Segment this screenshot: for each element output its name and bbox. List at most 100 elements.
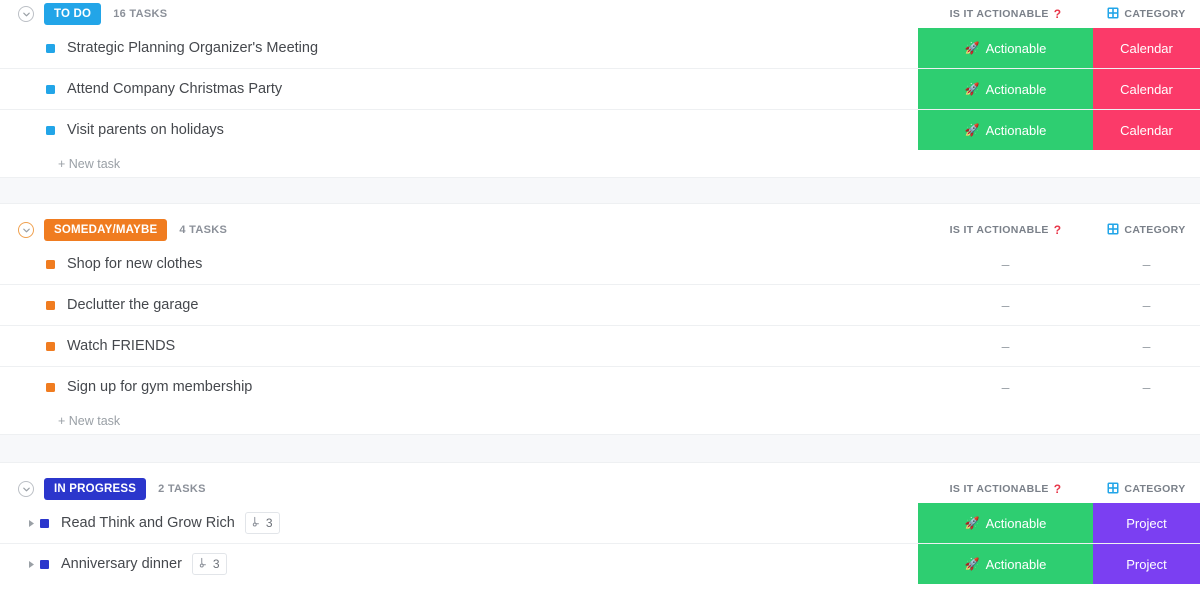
expand-subtasks-icon[interactable] — [26, 519, 36, 528]
task-name[interactable]: Visit parents on holidays — [67, 122, 224, 138]
task-status-bullet[interactable] — [40, 559, 49, 569]
column-header-actionable[interactable]: IS IT ACTIONABLE? — [918, 7, 1093, 21]
cell-actionable[interactable]: 🚀 Actionable — [918, 28, 1093, 68]
column-header-category-label: CATEGORY — [1124, 483, 1186, 495]
task-name[interactable]: Sign up for gym membership — [67, 379, 252, 395]
task-name[interactable]: Watch FRIENDS — [67, 338, 175, 354]
question-mark-icon: ? — [1053, 7, 1062, 21]
group-header-todo: TO DO 16 TASKS IS IT ACTIONABLE? CATEGORY — [0, 0, 1200, 28]
expand-subtasks-icon[interactable] — [26, 560, 36, 569]
table-row[interactable]: Visit parents on holidays 🚀 Actionable Cale… — [0, 110, 1200, 151]
cell-category[interactable]: Calendar — [1093, 28, 1200, 68]
cell-category[interactable]: Calendar — [1093, 110, 1200, 150]
group-separator — [0, 434, 1200, 463]
task-status-bullet[interactable] — [46, 259, 55, 269]
task-row-cells: 🚀 Actionable Calendar — [918, 110, 1200, 150]
cell-actionable[interactable]: – — [918, 326, 1093, 366]
cell-actionable[interactable]: – — [918, 367, 1093, 407]
task-name[interactable]: Strategic Planning Organizer's Meeting — [67, 40, 318, 56]
cell-category-label: – — [1142, 256, 1151, 272]
task-status-bullet[interactable] — [40, 518, 49, 528]
task-name[interactable]: Anniversary dinner — [61, 556, 182, 572]
status-badge[interactable]: IN PROGRESS — [44, 478, 147, 500]
cell-category[interactable]: Project — [1093, 544, 1200, 584]
new-task-button[interactable]: + New task — [0, 151, 1200, 177]
cell-category[interactable]: – — [1093, 285, 1200, 325]
status-badge[interactable]: TO DO — [44, 3, 102, 25]
subtask-count: 3 — [212, 557, 220, 571]
task-status-bullet[interactable] — [46, 382, 55, 392]
subtask-count-chip[interactable]: 3 — [191, 553, 227, 575]
table-row[interactable]: Shop for new clothes – – — [0, 244, 1200, 285]
cell-category-label: Project — [1126, 556, 1167, 572]
table-row[interactable]: Strategic Planning Organizer's Meeting 🚀 A… — [0, 28, 1200, 69]
task-status-bullet[interactable] — [46, 341, 55, 351]
rocket-icon: 🚀 — [964, 123, 980, 137]
grid-icon — [1107, 482, 1119, 497]
table-row[interactable]: Watch FRIENDS – – — [0, 326, 1200, 367]
subtask-count-chip[interactable]: 3 — [244, 512, 280, 534]
cell-category[interactable]: Project — [1093, 503, 1200, 543]
table-row[interactable]: Declutter the garage – – — [0, 285, 1200, 326]
column-header-category[interactable]: CATEGORY — [1093, 7, 1200, 22]
table-row[interactable]: Sign up for gym membership – – — [0, 367, 1200, 408]
subtask-branch-icon — [199, 557, 210, 571]
status-badge[interactable]: SOMEDAY/MAYBE — [44, 219, 168, 241]
cell-actionable[interactable]: 🚀 Actionable — [918, 110, 1093, 150]
cell-actionable-label: – — [1001, 338, 1010, 354]
cell-category[interactable]: – — [1093, 244, 1200, 284]
cell-actionable[interactable]: 🚀 Actionable — [918, 69, 1093, 109]
cell-actionable-label: Actionable — [985, 40, 1047, 56]
table-row[interactable]: Attend Company Christmas Party 🚀 Actionabl… — [0, 69, 1200, 110]
task-name[interactable]: Attend Company Christmas Party — [67, 81, 282, 97]
cell-actionable[interactable]: – — [918, 285, 1093, 325]
rocket-icon: 🚀 — [964, 82, 980, 96]
task-group-todo: TO DO 16 TASKS IS IT ACTIONABLE? CATEGORY St… — [0, 0, 1200, 151]
column-header-category[interactable]: CATEGORY — [1093, 223, 1200, 238]
task-count-label: 16 TASKS — [113, 8, 168, 20]
rocket-icon: 🚀 — [964, 516, 980, 530]
rocket-icon: 🚀 — [964, 557, 980, 571]
subtask-branch-icon-svg — [252, 516, 259, 527]
grid-icon-svg — [1107, 7, 1119, 18]
cell-category-label: – — [1142, 338, 1151, 354]
group-separator — [0, 177, 1200, 204]
cell-category[interactable]: – — [1093, 367, 1200, 407]
task-row-cells: – – — [918, 367, 1200, 407]
task-name[interactable]: Declutter the garage — [67, 297, 198, 313]
column-header-actionable[interactable]: IS IT ACTIONABLE? — [918, 223, 1093, 237]
column-header-actionable[interactable]: IS IT ACTIONABLE? — [918, 482, 1093, 496]
collapse-chevron-icon[interactable] — [18, 222, 34, 238]
grid-icon-svg — [1107, 482, 1119, 493]
task-name[interactable]: Shop for new clothes — [67, 256, 202, 272]
task-status-bullet[interactable] — [46, 84, 55, 94]
cell-category[interactable]: Calendar — [1093, 69, 1200, 109]
group-header-inprogress: IN PROGRESS 2 TASKS IS IT ACTIONABLE? CATEG… — [0, 475, 1200, 503]
task-status-bullet[interactable] — [46, 125, 55, 135]
column-header-actionable-label: IS IT ACTIONABLE — [949, 483, 1049, 495]
task-status-bullet[interactable] — [46, 300, 55, 310]
task-row-cells: 🚀 Actionable Project — [918, 503, 1200, 543]
task-row-cells: – – — [918, 244, 1200, 284]
cell-category-label: – — [1142, 379, 1151, 395]
cell-actionable[interactable]: 🚀 Actionable — [918, 503, 1093, 543]
cell-actionable[interactable]: 🚀 Actionable — [918, 544, 1093, 584]
subtask-count: 3 — [265, 516, 273, 530]
column-headers: IS IT ACTIONABLE? CATEGORY — [918, 475, 1200, 503]
new-task-button[interactable]: + New task — [0, 408, 1200, 434]
column-headers: IS IT ACTIONABLE? CATEGORY — [918, 0, 1200, 28]
rocket-icon: 🚀 — [964, 41, 980, 55]
column-header-category-label: CATEGORY — [1124, 224, 1186, 236]
collapse-chevron-icon[interactable] — [18, 481, 34, 497]
task-status-bullet[interactable] — [46, 43, 55, 53]
column-header-category[interactable]: CATEGORY — [1093, 482, 1200, 497]
collapse-chevron-icon[interactable] — [18, 6, 34, 22]
cell-actionable[interactable]: – — [918, 244, 1093, 284]
table-row[interactable]: Read Think and Grow Rich 3 🚀 Actionable Proj… — [0, 503, 1200, 544]
group-spacer — [0, 463, 1200, 475]
cell-category-label: Calendar — [1120, 81, 1173, 97]
cell-category[interactable]: – — [1093, 326, 1200, 366]
task-name[interactable]: Read Think and Grow Rich — [61, 515, 235, 531]
subtask-branch-icon-svg — [199, 557, 206, 568]
table-row[interactable]: Anniversary dinner 3 🚀 Actionable Project — [0, 544, 1200, 585]
